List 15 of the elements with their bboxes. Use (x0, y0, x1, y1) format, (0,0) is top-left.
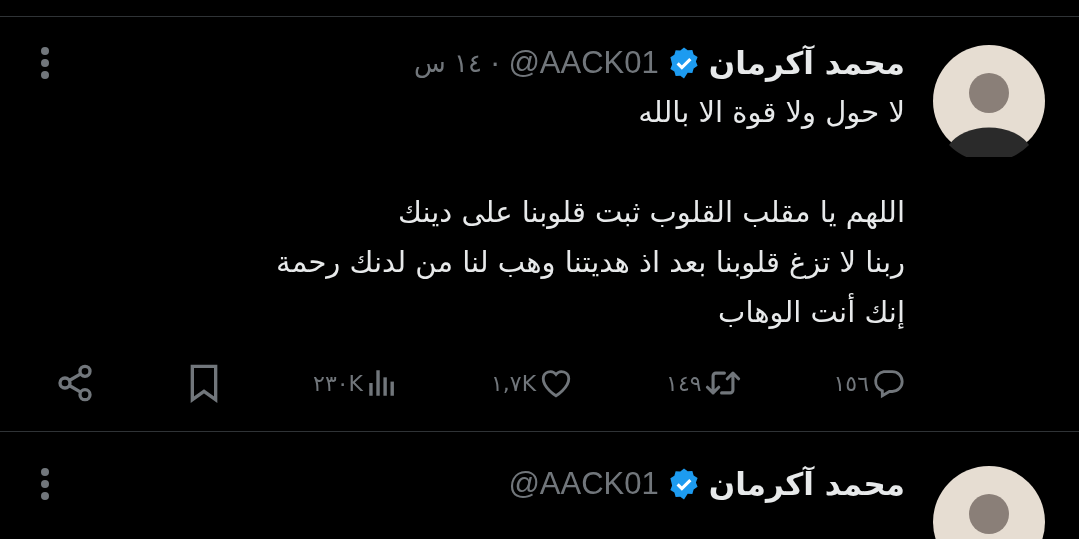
like-button[interactable]: ١,٧K (491, 366, 575, 400)
retweet-button[interactable]: ١٤٩ (666, 366, 742, 400)
reply-button[interactable]: ١٥٦ (833, 366, 905, 400)
more-options-icon[interactable] (40, 467, 50, 501)
more-options-icon[interactable] (40, 46, 50, 80)
display-name[interactable]: محمد آكرمان (708, 39, 905, 87)
separator-dot: · (490, 43, 501, 82)
post-text: اللهم يا مقلب القلوب ثبت قلوبنا على دينك ربنا لا تزغ قلوبنا بعد اذ هديتنا وهب لنا من لدنك رحمة إنك أنت الوهاب (275, 194, 905, 331)
user-handle[interactable]: @AACK01 (508, 460, 659, 508)
views-button[interactable]: ٢٣٠K (313, 366, 399, 400)
post-time[interactable]: ١٤ س (414, 43, 483, 83)
display-name[interactable]: محمد آكرمان (708, 460, 905, 508)
user-handle[interactable]: @AACK01 (508, 39, 659, 87)
post-text: لا حول ولا قوة الا بالله (637, 94, 905, 131)
avatar[interactable] (933, 45, 1045, 157)
